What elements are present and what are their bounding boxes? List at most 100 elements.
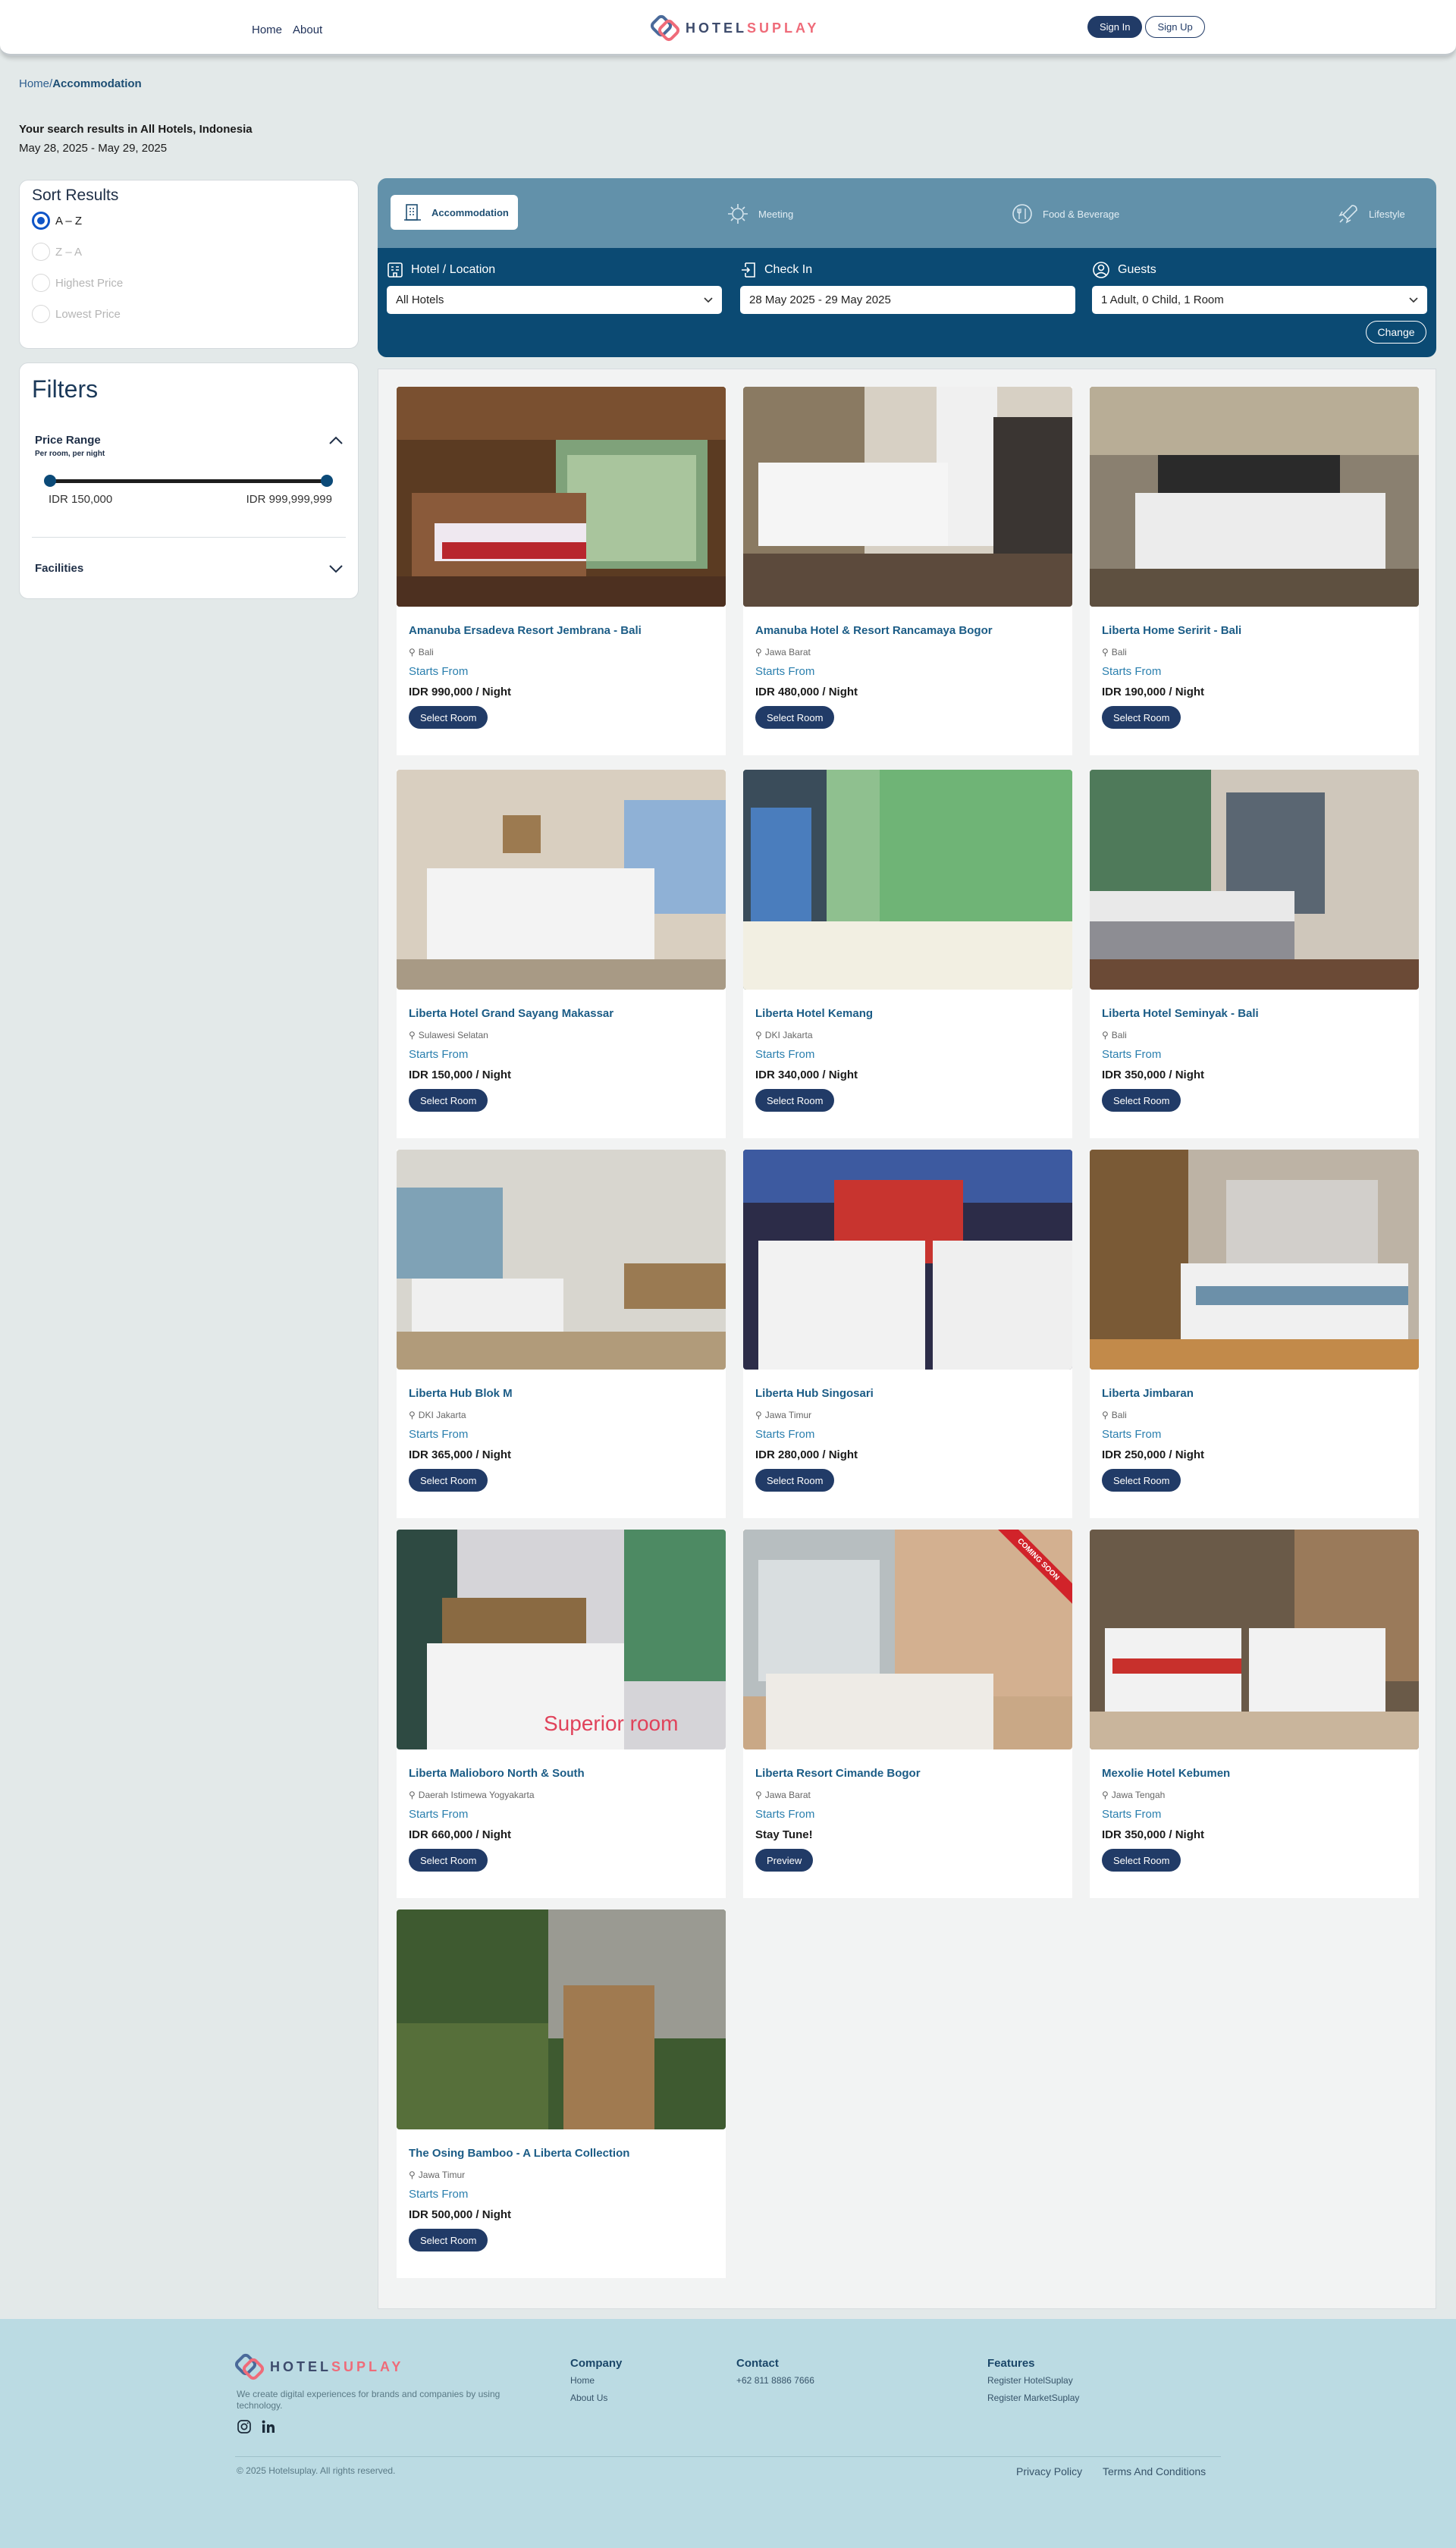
select-room-button[interactable]: Select Room xyxy=(755,1469,835,1492)
hotel-photo[interactable] xyxy=(743,1150,1072,1370)
select-room-button[interactable]: Select Room xyxy=(409,1849,488,1872)
hotel-name[interactable]: Liberta Hotel Seminyak - Bali xyxy=(1102,1007,1259,1020)
hotel-name[interactable]: Liberta Hub Singosari xyxy=(755,1387,874,1400)
price-range-header[interactable]: Price Range xyxy=(35,434,343,447)
starts-from-label: Starts From xyxy=(1102,1428,1162,1441)
hotel-photo[interactable] xyxy=(397,387,726,607)
price-max: IDR 999,999,999 xyxy=(246,493,332,506)
sort-option-highest-price[interactable]: Highest Price xyxy=(32,274,358,292)
hotel-name[interactable]: Liberta Malioboro North & South xyxy=(409,1767,585,1780)
hotel-card[interactable]: Liberta Home Seririt - Bali ⚲ Bali Starts… xyxy=(1090,387,1419,755)
hotel-name[interactable]: Amanuba Hotel & Resort Rancamaya Bogor xyxy=(755,624,993,637)
hotel-photo[interactable] xyxy=(1090,1530,1419,1749)
footer-link-register-marketsuplay[interactable]: Register MarketSuplay xyxy=(987,2393,1079,2403)
hotel-card[interactable]: Liberta Hotel Kemang ⚲ DKI Jakarta Starts… xyxy=(743,770,1072,1138)
hotel-location: ⚲ Bali xyxy=(1102,647,1127,657)
sort-option-lowest-price[interactable]: Lowest Price xyxy=(32,305,358,323)
radio-icon[interactable] xyxy=(32,305,50,323)
tab-accommodation[interactable]: Accommodation xyxy=(391,195,518,230)
hotel-card[interactable]: Liberta Jimbaran ⚲ Bali Starts From IDR 2… xyxy=(1090,1150,1419,1518)
footer-phone[interactable]: +62 811 8886 7666 xyxy=(736,2375,814,2386)
hotel-name[interactable]: Mexolie Hotel Kebumen xyxy=(1102,1767,1230,1780)
hotel-photo[interactable] xyxy=(397,1909,726,2129)
hotel-photo[interactable] xyxy=(1090,387,1419,607)
hotel-photo[interactable] xyxy=(743,770,1072,990)
slider-max-handle[interactable] xyxy=(321,475,333,487)
slider-min-handle[interactable] xyxy=(44,475,56,487)
select-room-button[interactable]: Select Room xyxy=(409,2229,488,2251)
tab-lifestyle[interactable]: Lifestyle xyxy=(1337,202,1405,225)
checkin-date-input[interactable]: 28 May 2025 - 29 May 2025 xyxy=(740,286,1075,314)
hotel-name[interactable]: Liberta Hotel Kemang xyxy=(755,1007,873,1020)
change-button[interactable]: Change xyxy=(1366,321,1426,344)
hotel-card[interactable]: Mexolie Hotel Kebumen ⚲ Jawa Tengah Start… xyxy=(1090,1530,1419,1898)
radio-icon[interactable] xyxy=(32,274,50,292)
hotel-name[interactable]: Liberta Jimbaran xyxy=(1102,1387,1194,1400)
select-room-button[interactable]: Select Room xyxy=(755,1089,835,1112)
linkedin-icon[interactable] xyxy=(261,2419,276,2434)
privacy-policy-link[interactable]: Privacy Policy xyxy=(1016,2465,1082,2477)
hotel-card[interactable]: COMING SOON Liberta Resort Cimande Bogor… xyxy=(743,1530,1072,1898)
select-room-button[interactable]: Select Room xyxy=(409,1089,488,1112)
terms-link[interactable]: Terms And Conditions xyxy=(1103,2465,1206,2477)
hotel-card[interactable]: Amanuba Ersadeva Resort Jembrana - Bali … xyxy=(397,387,726,755)
hotel-card[interactable]: The Osing Bamboo - A Liberta Collection … xyxy=(397,1909,726,2278)
facilities-header[interactable]: Facilities xyxy=(35,562,343,575)
location-select[interactable]: All Hotels xyxy=(387,286,722,314)
footer-logo[interactable]: HOTELSUPLAY xyxy=(235,2353,403,2380)
sign-in-button[interactable]: Sign In xyxy=(1087,16,1143,38)
hotel-name[interactable]: Liberta Hotel Grand Sayang Makassar xyxy=(409,1007,613,1020)
chevron-down-icon xyxy=(1409,297,1418,303)
select-room-button[interactable]: Select Room xyxy=(1102,1849,1181,1872)
guests-select[interactable]: 1 Adult, 0 Child, 1 Room xyxy=(1092,286,1427,314)
radio-selected-icon[interactable] xyxy=(32,212,50,230)
hotel-name[interactable]: Liberta Resort Cimande Bogor xyxy=(755,1767,921,1780)
map-pin-icon: ⚲ xyxy=(755,1410,762,1420)
hotel-photo[interactable] xyxy=(397,770,726,990)
chevron-up-icon[interactable] xyxy=(329,436,343,445)
tab-meeting[interactable]: Meeting xyxy=(726,202,793,225)
select-room-button[interactable]: Select Room xyxy=(409,706,488,729)
hotel-name[interactable]: Liberta Hub Blok M xyxy=(409,1387,513,1400)
hotel-card[interactable]: Liberta Hub Blok M ⚲ DKI Jakarta Starts F… xyxy=(397,1150,726,1518)
footer-link-home[interactable]: Home xyxy=(570,2375,595,2386)
starts-from-label: Starts From xyxy=(409,1808,469,1821)
preview-button[interactable]: Preview xyxy=(755,1849,814,1872)
hotel-photo[interactable] xyxy=(1090,1150,1419,1370)
map-pin-icon: ⚲ xyxy=(1102,647,1109,657)
hotel-price: IDR 480,000 / Night xyxy=(755,686,858,698)
hotel-photo[interactable]: COMING SOON xyxy=(743,1530,1072,1749)
hotel-card[interactable]: Liberta Hotel Seminyak - Bali ⚲ Bali Star… xyxy=(1090,770,1419,1138)
hotel-name[interactable]: The Osing Bamboo - A Liberta Collection xyxy=(409,2147,629,2160)
hotel-photo[interactable] xyxy=(743,387,1072,607)
hotel-card[interactable]: Superior room Liberta Malioboro North & … xyxy=(397,1530,726,1898)
select-room-button[interactable]: Select Room xyxy=(1102,706,1181,729)
chevron-down-icon[interactable] xyxy=(329,564,343,573)
footer-link-about-us[interactable]: About Us xyxy=(570,2393,607,2403)
select-room-button[interactable]: Select Room xyxy=(1102,1089,1181,1112)
sign-up-button[interactable]: Sign Up xyxy=(1145,16,1205,38)
nav-home[interactable]: Home xyxy=(252,24,282,36)
hotel-name[interactable]: Amanuba Ersadeva Resort Jembrana - Bali xyxy=(409,624,642,637)
hotel-location: ⚲ Jawa Timur xyxy=(755,1410,812,1420)
header-logo[interactable]: HOTELSUPLAY xyxy=(651,14,819,42)
hotel-photo[interactable] xyxy=(1090,770,1419,990)
instagram-icon[interactable] xyxy=(237,2419,252,2434)
hotel-name[interactable]: Liberta Home Seririt - Bali xyxy=(1102,624,1241,637)
nav-about[interactable]: About xyxy=(293,24,322,36)
hotel-card[interactable]: Liberta Hotel Grand Sayang Makassar ⚲ Sul… xyxy=(397,770,726,1138)
select-room-button[interactable]: Select Room xyxy=(1102,1469,1181,1492)
hotel-photo[interactable] xyxy=(397,1150,726,1370)
select-room-button[interactable]: Select Room xyxy=(409,1469,488,1492)
breadcrumb-home[interactable]: Home xyxy=(19,77,49,90)
select-room-button[interactable]: Select Room xyxy=(755,706,835,729)
hotel-card[interactable]: Liberta Hub Singosari ⚲ Jawa Timur Starts… xyxy=(743,1150,1072,1518)
hotel-card[interactable]: Amanuba Hotel & Resort Rancamaya Bogor ⚲… xyxy=(743,387,1072,755)
radio-icon[interactable] xyxy=(32,243,50,261)
sort-option-z-a[interactable]: Z – A xyxy=(32,243,358,261)
tab-food-beverage[interactable]: Food & Beverage xyxy=(1011,202,1119,225)
sort-option-a-z[interactable]: A – Z xyxy=(32,212,358,230)
footer-link-register-hotelsuplay[interactable]: Register HotelSuplay xyxy=(987,2375,1073,2386)
hotel-photo[interactable]: Superior room xyxy=(397,1530,726,1749)
price-slider[interactable] xyxy=(44,475,333,487)
